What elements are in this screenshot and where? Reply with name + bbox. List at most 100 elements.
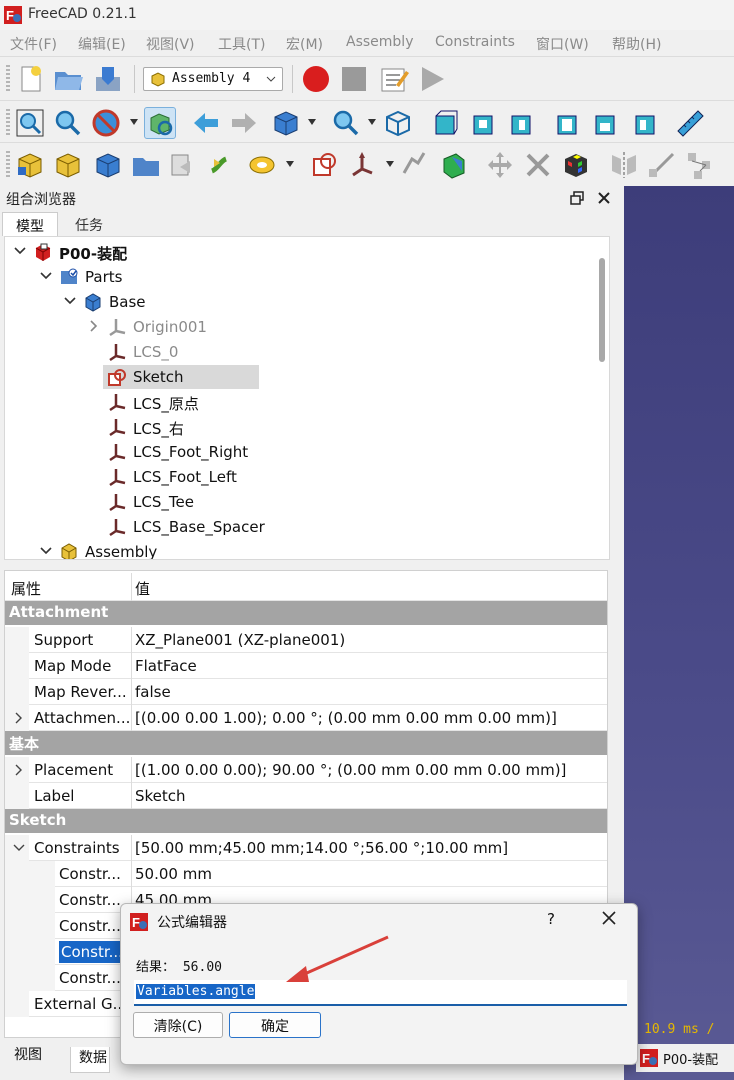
chevron-right-icon[interactable] (13, 712, 25, 724)
property-value[interactable]: XZ_Plane001 (XZ-plane001) (135, 631, 345, 649)
chevron-down-icon[interactable] (13, 244, 27, 258)
view-forward-button[interactable] (228, 107, 260, 139)
new-group-button[interactable] (130, 149, 162, 181)
new-lcs-circle-button[interactable] (246, 149, 278, 181)
new-document-button[interactable] (14, 63, 46, 95)
property-value[interactable]: [(1.00 0.00 0.00); 90.00 °; (0.00 mm 0.0… (135, 761, 566, 779)
property-row[interactable]: Attachmen... [(0.00 0.00 1.00); 0.00 °; (… (5, 705, 607, 731)
view-rear-button[interactable] (552, 107, 584, 139)
macro-record-button[interactable] (300, 63, 332, 95)
bounding-box-button[interactable] (144, 107, 176, 139)
property-row[interactable]: Support XZ_Plane001 (XZ-plane001) (5, 627, 607, 653)
menu-window[interactable]: 窗口(W) (536, 34, 589, 54)
new-sketch-button[interactable] (308, 149, 340, 181)
solver-button[interactable] (560, 149, 592, 181)
open-button[interactable] (52, 63, 84, 95)
chevron-down-icon[interactable] (39, 544, 53, 558)
bom-button[interactable] (684, 149, 716, 181)
close-panel-icon[interactable] (597, 191, 611, 205)
help-button[interactable]: ? (547, 910, 555, 928)
property-row[interactable]: Map Mode FlatFace (5, 653, 607, 679)
fit-selection-button[interactable] (52, 107, 84, 139)
draw-style-button[interactable] (90, 107, 122, 139)
property-value[interactable]: 50.00 mm (135, 865, 212, 883)
property-row[interactable]: Map Rever... false (5, 679, 607, 705)
view-top-button[interactable] (468, 107, 500, 139)
zoom-button[interactable] (330, 107, 362, 139)
tree-item[interactable]: LCS_右 (5, 415, 595, 439)
tree-item[interactable]: LCS_原点 (5, 390, 595, 414)
tab-tasks[interactable]: 任务 (60, 212, 118, 236)
property-row[interactable]: Label Sketch (5, 783, 607, 809)
view-left-button[interactable] (630, 107, 662, 139)
menu-constraints[interactable]: Constraints (435, 34, 515, 50)
float-panel-icon[interactable] (570, 191, 584, 205)
new-body-button[interactable] (92, 149, 124, 181)
property-value[interactable]: false (135, 683, 171, 701)
property-row[interactable]: Constr... 50.00 mm (5, 861, 607, 887)
assembly-selector[interactable]: Assembly 4 (143, 67, 283, 91)
3d-view[interactable] (624, 186, 734, 1080)
expression-input[interactable]: Variables.angle (134, 980, 627, 1006)
macro-stop-button[interactable] (338, 63, 370, 95)
tab-data[interactable]: 数据 (70, 1047, 110, 1073)
property-row[interactable]: Placement [(1.00 0.00 0.00); 90.00 °; (0.… (5, 757, 607, 783)
chevron-down-icon[interactable] (13, 842, 25, 854)
tree-item[interactable]: LCS_0 (5, 340, 595, 364)
chevron-down-icon[interactable] (386, 161, 394, 167)
new-model-button[interactable] (14, 149, 46, 181)
new-datum-button[interactable] (346, 149, 378, 181)
property-value[interactable]: FlatFace (135, 657, 197, 675)
view-isometric-button[interactable] (382, 107, 414, 139)
place-link-button[interactable] (438, 149, 470, 181)
property-row[interactable]: Constraints [50.00 mm;45.00 mm;14.00 °;56… (5, 835, 607, 861)
measure-button[interactable] (674, 107, 706, 139)
property-group-header[interactable]: 基本 (5, 731, 607, 755)
property-group-header[interactable]: Sketch (5, 809, 607, 833)
measure-distance-button[interactable] (646, 149, 678, 181)
chevron-down-icon[interactable] (63, 294, 77, 308)
tree-scrollbar-thumb[interactable] (599, 258, 605, 362)
menu-file[interactable]: 文件(F) (10, 34, 57, 54)
menu-assembly[interactable]: Assembly (346, 34, 413, 50)
property-value[interactable]: Sketch (135, 787, 186, 805)
menu-view[interactable]: 视图(V) (146, 34, 195, 54)
view-back-button[interactable] (190, 107, 222, 139)
property-value[interactable]: [(0.00 0.00 1.00); 0.00 °; (0.00 mm 0.00… (135, 709, 557, 727)
new-variables-button[interactable] (206, 149, 238, 181)
macro-run-button[interactable] (416, 63, 448, 95)
tree-item[interactable]: Parts (5, 265, 595, 289)
chevron-down-icon[interactable] (39, 269, 53, 283)
tree-item[interactable]: LCS_Foot_Right (5, 440, 595, 464)
chevron-right-icon[interactable] (87, 319, 101, 333)
tree-item[interactable]: LCS_Foot_Left (5, 465, 595, 489)
tab-view[interactable]: 视图 (14, 1044, 42, 1068)
tree-item[interactable]: Sketch (5, 365, 595, 389)
menu-macro[interactable]: 宏(M) (286, 34, 323, 54)
mirror-button[interactable] (608, 149, 640, 181)
view-right-button[interactable] (506, 107, 538, 139)
save-button[interactable] (92, 63, 124, 95)
tree-item[interactable]: Assembly (5, 540, 595, 559)
menu-edit[interactable]: 编辑(E) (78, 34, 126, 54)
close-icon[interactable] (599, 908, 619, 928)
toolbar-handle[interactable] (6, 151, 10, 179)
document-tab[interactable]: F P00-装配 (636, 1044, 734, 1072)
chevron-down-icon[interactable] (286, 161, 294, 167)
attach-button[interactable] (398, 149, 430, 181)
view-bottom-button[interactable] (590, 107, 622, 139)
ok-button[interactable]: 确定 (229, 1012, 321, 1038)
std-views-button[interactable] (270, 107, 302, 139)
tree-item[interactable]: Origin001 (5, 315, 595, 339)
toolbar-handle[interactable] (6, 65, 10, 93)
view-front-button[interactable] (430, 107, 462, 139)
menu-help[interactable]: 帮助(H) (612, 34, 661, 54)
property-value[interactable]: [50.00 mm;45.00 mm;14.00 °;56.00 °;10.00… (135, 839, 508, 857)
explode-button[interactable] (522, 149, 554, 181)
toolbar-handle[interactable] (6, 109, 10, 137)
clear-button[interactable]: 清除(C) (133, 1012, 223, 1038)
property-group-header[interactable]: Attachment (5, 601, 607, 625)
macro-edit-button[interactable] (378, 63, 410, 95)
chevron-down-icon[interactable] (308, 119, 316, 125)
tree-item[interactable]: LCS_Base_Spacer (5, 515, 595, 539)
